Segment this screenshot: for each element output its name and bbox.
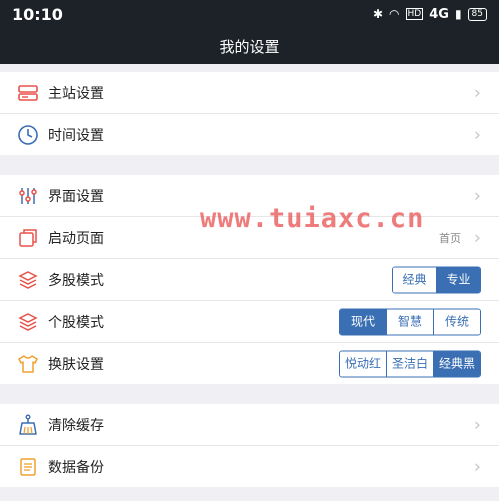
- chevron-right-icon: ›: [473, 185, 481, 206]
- row-single-stock-mode: 个股模式 现代 智慧 传统: [0, 301, 499, 343]
- row-label: 多股模式: [48, 272, 104, 289]
- sliders-icon: [17, 185, 39, 207]
- row-label: 清除缓存: [48, 417, 104, 434]
- wifi-icon: ◠: [389, 7, 400, 21]
- broom-icon: [17, 414, 39, 436]
- row-label: 个股模式: [48, 314, 104, 331]
- settings-group-1: 主站设置 › 时间设置 ›: [0, 72, 499, 155]
- row-label: 界面设置: [48, 188, 104, 205]
- launch-page-value: 首页: [439, 231, 461, 245]
- option-modern[interactable]: 现代: [340, 309, 387, 334]
- layers-icon: [17, 311, 39, 333]
- watermark-text: www.tuiaxc.cn: [200, 203, 425, 234]
- page-title: 我的设置: [219, 37, 280, 56]
- chevron-right-icon: ›: [473, 414, 481, 435]
- row-clear-cache[interactable]: 清除缓存 ›: [0, 404, 499, 446]
- row-label: 主站设置: [48, 85, 104, 102]
- row-multi-stock-mode: 多股模式 经典 专业: [0, 259, 499, 301]
- clock-icon: [17, 124, 39, 146]
- row-label: 时间设置: [48, 127, 104, 144]
- row-data-backup[interactable]: 数据备份 ›: [0, 446, 499, 487]
- server-icon: [17, 82, 39, 104]
- top-bar: 10:10 ✱ ◠ HD 4G ▮ 85 我的设置: [0, 0, 499, 64]
- status-time: 10:10: [12, 4, 63, 24]
- chevron-right-icon: ›: [473, 456, 481, 477]
- option-professional[interactable]: 专业: [437, 267, 480, 292]
- layers-icon: [17, 269, 39, 291]
- row-label: 数据备份: [48, 459, 104, 476]
- option-vibrant-red[interactable]: 悦动红: [340, 351, 387, 376]
- document-icon: [17, 456, 39, 478]
- row-label: 启动页面: [48, 230, 104, 247]
- hd-badge: HD: [405, 8, 424, 20]
- bluetooth-icon: ✱: [372, 7, 384, 21]
- signal-icon: ▮: [454, 7, 462, 21]
- skin-segmented: 悦动红 圣洁白 经典黑: [339, 350, 481, 377]
- pages-icon: [17, 227, 39, 249]
- row-skin-settings: 换肤设置 悦动红 圣洁白 经典黑: [0, 343, 499, 384]
- status-bar: 10:10 ✱ ◠ HD 4G ▮ 85: [0, 0, 499, 28]
- multi-stock-mode-segmented: 经典 专业: [392, 266, 481, 293]
- option-classic[interactable]: 经典: [393, 267, 437, 292]
- single-stock-mode-segmented: 现代 智慧 传统: [339, 308, 481, 335]
- option-traditional[interactable]: 传统: [434, 309, 480, 334]
- option-classic-black[interactable]: 经典黑: [434, 351, 480, 376]
- network-type: 4G: [429, 6, 449, 22]
- chevron-right-icon: ›: [473, 124, 481, 145]
- option-smart[interactable]: 智慧: [387, 309, 434, 334]
- battery-icon: 85: [467, 7, 487, 21]
- shirt-icon: [17, 353, 39, 375]
- row-time-settings[interactable]: 时间设置 ›: [0, 114, 499, 155]
- chevron-right-icon: ›: [473, 227, 481, 248]
- status-icons: ✱ ◠ HD 4G ▮ 85: [373, 7, 487, 22]
- row-label: 换肤设置: [48, 356, 104, 373]
- settings-group-3: 清除缓存 › 数据备份 ›: [0, 404, 499, 487]
- option-pure-white[interactable]: 圣洁白: [387, 351, 434, 376]
- chevron-right-icon: ›: [473, 82, 481, 103]
- row-main-site-settings[interactable]: 主站设置 ›: [0, 72, 499, 114]
